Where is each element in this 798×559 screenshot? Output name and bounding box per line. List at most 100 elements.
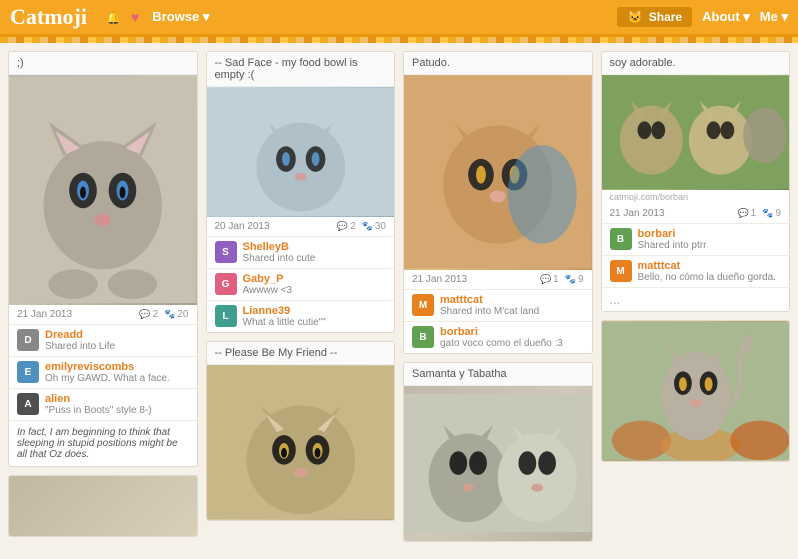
cat-svg-4b	[602, 322, 790, 460]
avatar-lianne: L	[215, 305, 237, 327]
comment-count-1: 💬 2	[139, 309, 158, 320]
avatar-emily: E	[17, 361, 39, 383]
paw-icon-2: 🐾	[362, 221, 373, 232]
comment-sub-gaby: Awwww <3	[243, 285, 387, 296]
comment-2-1: S ShelleyB Shared into cute	[207, 236, 395, 268]
like-count-3: 🐾 9	[565, 274, 584, 285]
card-4-bottom	[601, 320, 791, 462]
card-semicolon: ;)	[8, 51, 198, 467]
share-button[interactable]: 🐱 Share	[617, 7, 692, 27]
date-1: 21 Jan 2013	[17, 309, 72, 320]
card-please-friend: -- Please Be My Friend --	[206, 341, 396, 521]
comment-sub-borbari-3: gato voco como el dueño :3	[440, 338, 584, 349]
paw-icon-1: 🐾	[164, 309, 175, 320]
card-sad-face: -- Sad Face - my food bowl is empty :( 2…	[206, 51, 396, 333]
me-nav[interactable]: Me ▾	[760, 9, 788, 25]
comment-icon-3: 💬	[540, 274, 551, 285]
cat-image-2	[207, 87, 395, 217]
username-alien[interactable]: alien	[45, 393, 189, 405]
share-icon: 🐱	[627, 10, 642, 24]
like-count-2: 🐾 30	[362, 221, 386, 232]
card-adorable: soy adorable. catmo	[601, 51, 791, 312]
date-2: 20 Jan 2013	[215, 221, 270, 232]
meta-row-4: 21 Jan 2013 💬 1 🐾 9	[602, 204, 790, 223]
comment-3-2: B borbari gato voco como el dueño :3	[404, 321, 592, 353]
comment-1-3: A alien "Puss in Boots" style 8-)	[9, 388, 197, 420]
comment-count-4: 💬 1	[737, 208, 756, 219]
dots-indicator: ...	[602, 287, 790, 311]
header: Catmoji Browse ▾ 🐱 Share About ▾ Me ▾	[0, 0, 798, 37]
counts-3: 💬 1 🐾 9	[540, 274, 584, 285]
like-count-4: 🐾 9	[762, 208, 781, 219]
avatar-gaby: G	[215, 273, 237, 295]
avatar-matttcat-4: M	[610, 260, 632, 282]
username-gaby[interactable]: Gaby_P	[243, 273, 387, 285]
notification-icon[interactable]	[106, 9, 121, 25]
browse-nav[interactable]: Browse ▾	[152, 9, 209, 25]
avatar-dreadd: D	[17, 329, 39, 351]
cat-image-4	[602, 75, 790, 190]
username-matttcat-4[interactable]: matttcat	[638, 260, 782, 272]
date-3: 21 Jan 2013	[412, 274, 467, 285]
comment-sub-dreadd: Shared into Life	[45, 341, 189, 352]
meta-row-1: 21 Jan 2013 💬 2 🐾 20	[9, 305, 197, 324]
username-borbari-3[interactable]: borbari	[440, 326, 584, 338]
comment-1-1: D Dreadd Shared into Life	[9, 324, 197, 356]
username-emily[interactable]: emilyreviscombs	[45, 361, 189, 373]
comment-count-2: 💬 2	[337, 221, 356, 232]
favorites-icon[interactable]	[131, 9, 139, 25]
comment-icon-4: 💬	[737, 208, 748, 219]
username-shelley[interactable]: ShelleyB	[243, 241, 387, 253]
comment-sub-alien: "Puss in Boots" style 8-)	[45, 405, 189, 416]
paw-icon-4: 🐾	[762, 208, 773, 219]
card-title-2: -- Sad Face - my food bowl is empty :(	[207, 52, 395, 87]
logo: Catmoji	[10, 4, 87, 30]
column-1: ;)	[8, 51, 198, 542]
username-lianne[interactable]: Lianne39	[243, 305, 387, 317]
cat-svg-3b	[404, 394, 592, 532]
cat-svg-2b	[207, 366, 395, 519]
about-nav[interactable]: About ▾	[702, 9, 750, 25]
comment-count-3: 💬 1	[540, 274, 559, 285]
comment-3-1: M matttcat Shared into M'cat land	[404, 289, 592, 321]
username-borbari-4[interactable]: borbari	[638, 228, 782, 240]
comment-sub-shelley: Shared into cute	[243, 253, 387, 264]
date-4: 21 Jan 2013	[610, 208, 665, 219]
cat-svg-3	[404, 76, 592, 268]
cat-image-3b	[404, 386, 592, 541]
column-4: soy adorable. catmo	[601, 51, 791, 542]
cat-image-4b	[602, 321, 790, 461]
main-content: ;)	[0, 43, 798, 550]
comment-2-3: L Lianne39 What a little cutie""	[207, 300, 395, 332]
text-block-1: In fact, I am beginning to think that sl…	[9, 420, 197, 466]
avatar-borbari-4: B	[610, 228, 632, 250]
counts-2: 💬 2 🐾 30	[337, 221, 386, 232]
comment-sub-matttcat-3: Shared into M'cat land	[440, 306, 584, 317]
column-2: -- Sad Face - my food bowl is empty :( 2…	[206, 51, 396, 542]
comment-4-2: M matttcat Bello, no cómo la dueño gorda…	[602, 255, 790, 287]
comment-sub-matttcat-4: Bello, no cómo la dueño gorda.	[638, 272, 782, 283]
username-dreadd[interactable]: Dreadd	[45, 329, 189, 341]
card-title-4: soy adorable.	[602, 52, 790, 75]
comment-sub-emily: Oh my GAWD. What a face.	[45, 373, 189, 384]
comment-1-2: E emilyreviscombs Oh my GAWD. What a fac…	[9, 356, 197, 388]
cat-image-1	[9, 75, 197, 305]
comment-icon-2: 💬	[337, 221, 348, 232]
meta-row-2: 20 Jan 2013 💬 2 🐾 30	[207, 217, 395, 236]
paw-icon-3: 🐾	[565, 274, 576, 285]
card-title-3b: Samanta y Tabatha	[404, 363, 592, 386]
avatar-matttcat: M	[412, 294, 434, 316]
cat-image-3	[404, 75, 592, 270]
username-matttcat-3[interactable]: matttcat	[440, 294, 584, 306]
cat-image-2b	[207, 365, 395, 520]
counts-4: 💬 1 🐾 9	[737, 208, 781, 219]
card-patudo: Patudo. 21 Jan 2013	[403, 51, 593, 354]
avatar-shelley: S	[215, 241, 237, 263]
comment-2-2: G Gaby_P Awwww <3	[207, 268, 395, 300]
watermark-4: catmoji.com/borbari	[602, 190, 790, 204]
avatar-borbari-3: B	[412, 326, 434, 348]
card-1-bottom	[8, 475, 198, 537]
header-right: 🐱 Share About ▾ Me ▾	[617, 7, 788, 27]
comment-icon-1: 💬	[139, 309, 150, 320]
card-samanta: Samanta y Tabatha	[403, 362, 593, 542]
